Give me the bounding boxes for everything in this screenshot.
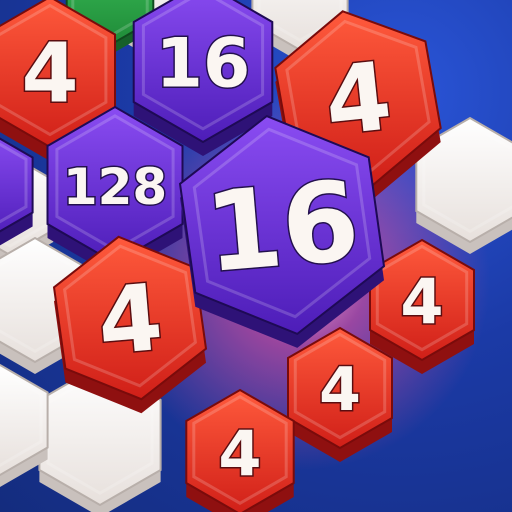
hex-board: 4 161284444416 xyxy=(0,0,512,512)
tile-128-label: 128 xyxy=(63,158,167,216)
tiles-layer: 4 161284444416 xyxy=(0,0,512,512)
tile-4-bottom-right-label: 4 xyxy=(319,355,361,425)
tile-16-top-label: 16 xyxy=(156,25,251,104)
tile-16-center-label: 16 xyxy=(201,157,364,297)
tile-4-right-label: 4 xyxy=(400,266,443,339)
game-board: 4 16 128 4 4 4 4 4 16 xyxy=(0,0,512,512)
tile-4-bottom-label: 4 xyxy=(218,418,261,491)
tile-4-left-label: 4 xyxy=(94,264,167,376)
tile-4-top-right-label: 4 xyxy=(320,42,396,157)
tile-4-top-left-label: 4 xyxy=(21,27,78,122)
